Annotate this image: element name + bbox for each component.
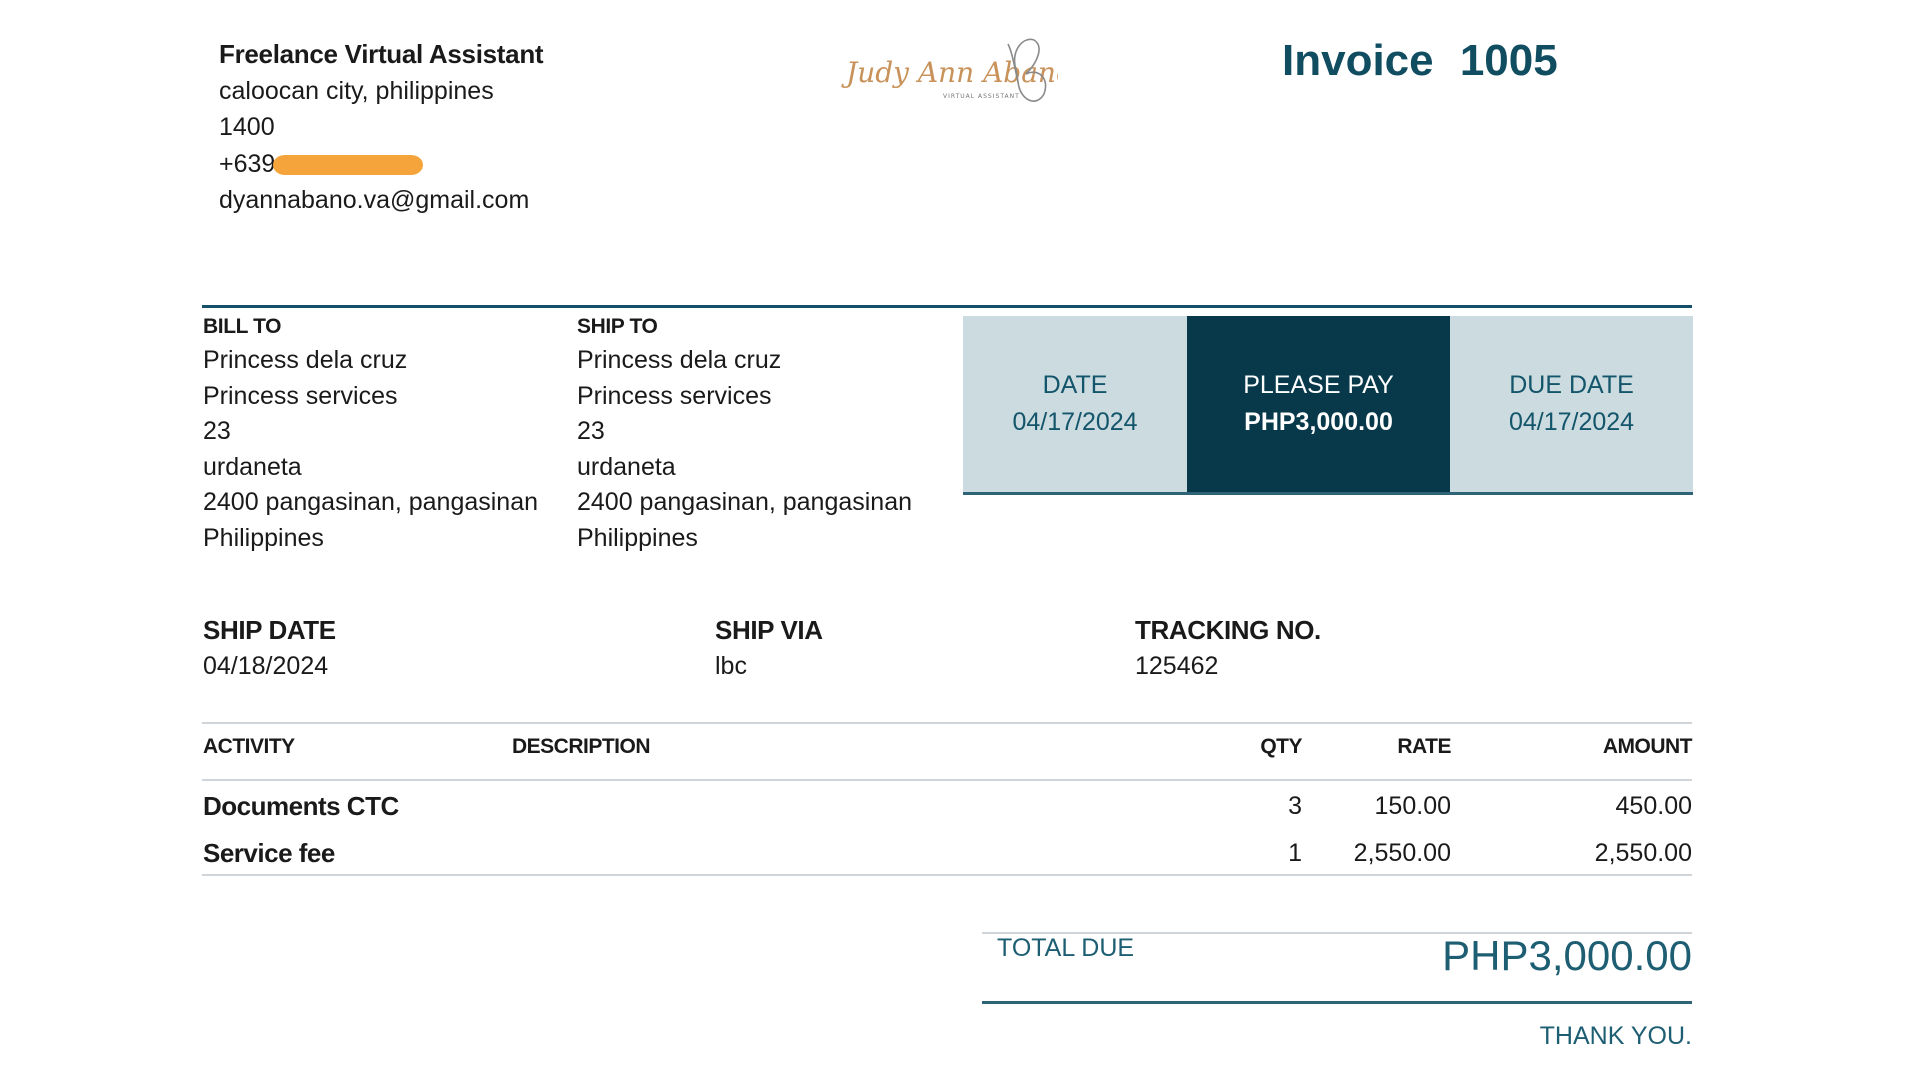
total-due-label: TOTAL DUE xyxy=(997,934,1135,962)
please-pay-cell: PLEASE PAY PHP3,000.00 xyxy=(1187,316,1450,492)
row-amount: 450.00 xyxy=(1615,792,1692,820)
total-due-amount: PHP3,000.00 xyxy=(1442,932,1692,979)
date-label: DATE xyxy=(1042,371,1108,399)
bill-to-line: 2400 pangasinan, pangasinan xyxy=(203,488,539,516)
ship-via-label: SHIP VIA xyxy=(715,615,823,645)
header-divider xyxy=(202,305,1692,308)
table-row: Documents CTC xyxy=(203,791,399,822)
due-date-label: DUE DATE xyxy=(1509,371,1634,399)
due-date-value: 04/17/2024 xyxy=(1508,408,1635,436)
bill-to-line: Princess services xyxy=(203,381,398,410)
col-header-qty: QTY xyxy=(1260,735,1302,758)
logo-tagline-text: VIRTUAL ASSISTANT xyxy=(943,93,1020,100)
ship-date-label: SHIP DATE xyxy=(203,615,336,645)
ship-to-line: urdaneta xyxy=(577,452,676,481)
thank-you-note: THANK YOU. xyxy=(1539,1022,1692,1050)
table-row: Service fee xyxy=(203,838,335,869)
ship-to-line: Princess services xyxy=(577,381,772,410)
row-qty: 1 xyxy=(1288,839,1302,867)
tracking-block: TRACKING NO. 125462 xyxy=(1135,612,1321,684)
col-header-activity: ACTIVITY xyxy=(203,735,295,758)
ship-via-value: lbc xyxy=(715,652,747,680)
row-activity: Service fee xyxy=(203,838,335,868)
ship-to-line: 2400 pangasinan, pangasinan xyxy=(577,488,913,516)
company-email: dyannabano.va@gmail.com xyxy=(219,186,530,214)
signature-logo: Judy Ann Abano VIRTUAL ASSISTANT xyxy=(841,38,1058,102)
row-qty: 3 xyxy=(1288,792,1302,820)
row-rate: 2,550.00 xyxy=(1353,839,1451,867)
ship-via-block: SHIP VIA lbc xyxy=(715,612,823,684)
please-pay-amount: PHP3,000.00 xyxy=(1244,408,1393,436)
date-cell: DATE 04/17/2024 xyxy=(963,316,1187,492)
please-pay-label: PLEASE PAY xyxy=(1243,371,1394,399)
invoice-summary: DATE 04/17/2024 PLEASE PAY PHP3,000.00 D… xyxy=(963,316,1693,495)
bill-to-line: 23 xyxy=(203,417,231,445)
col-header-description: DESCRIPTION xyxy=(512,735,651,758)
logo-signature-text: Judy Ann Abano xyxy=(841,56,1058,89)
total-bottom-divider xyxy=(982,1001,1692,1004)
redaction-mark xyxy=(273,154,423,175)
date-value: 04/17/2024 xyxy=(1012,408,1138,436)
company-name: Freelance Virtual Assistant xyxy=(219,39,544,69)
row-activity: Documents CTC xyxy=(203,791,399,821)
col-header-rate: RATE xyxy=(1397,735,1451,758)
table-bottom-divider xyxy=(202,874,1692,876)
ship-to-line: Philippines xyxy=(577,523,698,552)
ship-date-value: 04/18/2024 xyxy=(203,652,329,680)
company-address: caloocan city, philippines xyxy=(219,76,494,105)
company-postal: 1400 xyxy=(219,113,275,141)
tracking-label: TRACKING NO. xyxy=(1135,615,1321,645)
bill-to-line: Philippines xyxy=(203,523,324,552)
tracking-value: 125462 xyxy=(1135,652,1219,680)
ship-to-line: Princess dela cruz xyxy=(577,346,782,374)
col-header-amount: AMOUNT xyxy=(1602,735,1693,758)
bill-to-block: BILL TO Princess dela cruz Princess serv… xyxy=(203,313,538,556)
ship-to-header: SHIP TO xyxy=(577,315,658,338)
company-phone-text: +639 xyxy=(219,149,276,178)
company-info: Freelance Virtual Assistant caloocan cit… xyxy=(219,36,544,219)
bill-to-line: Princess dela cruz xyxy=(203,346,408,374)
ship-to-block: SHIP TO Princess dela cruz Princess serv… xyxy=(577,313,912,556)
invoice-title: Invoice 1005 xyxy=(1282,36,1558,85)
bill-to-header: BILL TO xyxy=(203,315,282,338)
due-date-cell: DUE DATE 04/17/2024 xyxy=(1450,316,1693,492)
table-top-divider xyxy=(202,722,1692,724)
company-phone: +639 xyxy=(219,146,423,183)
table-header-divider xyxy=(202,779,1692,781)
ship-to-line: 23 xyxy=(577,417,605,445)
bill-to-line: urdaneta xyxy=(203,452,302,481)
row-amount: 2,550.00 xyxy=(1594,839,1692,867)
ship-date-block: SHIP DATE 04/18/2024 xyxy=(203,612,336,684)
row-rate: 150.00 xyxy=(1374,792,1451,820)
